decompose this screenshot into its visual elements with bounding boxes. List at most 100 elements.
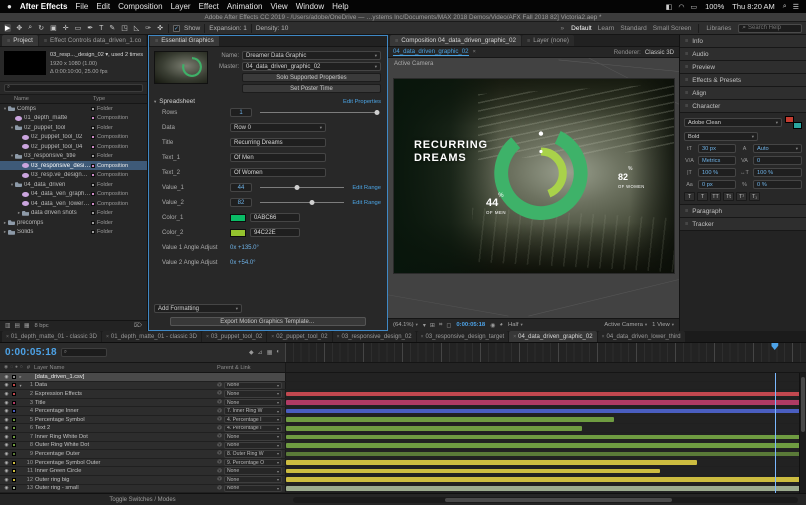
column-layer-name[interactable]: Layer Name xyxy=(34,365,213,371)
twirl-icon[interactable]: ▾ xyxy=(9,153,15,159)
stroke-color-swatch[interactable] xyxy=(793,122,802,129)
horizontal-scale-field[interactable]: 100 % xyxy=(753,168,802,177)
timeline-lane[interactable] xyxy=(285,433,806,441)
layer-duration-bar[interactable] xyxy=(286,477,806,482)
project-item[interactable]: 04_data_ven_lower_thirdsComposition xyxy=(0,199,147,209)
label-color-chip[interactable] xyxy=(91,230,95,234)
label-color-chip[interactable] xyxy=(12,469,16,473)
eg-field-value[interactable]: 94C22E xyxy=(250,228,300,237)
close-icon[interactable]: × xyxy=(6,334,9,340)
layer-name[interactable]: Text 2 xyxy=(35,425,215,431)
timeline-lane[interactable] xyxy=(285,407,806,415)
help-search-input[interactable] xyxy=(748,25,798,31)
layer-name[interactable]: Inner Green Circle xyxy=(35,468,215,474)
menubar-clock[interactable]: Thu 8:20 AM xyxy=(732,2,775,11)
eye-icon[interactable]: ◉ xyxy=(3,382,10,388)
workspace-small-screen[interactable]: Small Screen xyxy=(650,25,695,32)
eg-field-value[interactable]: 0x +54.0° xyxy=(230,260,256,266)
shape-tool[interactable]: ▭ xyxy=(74,24,83,32)
brush-tool[interactable]: ✎ xyxy=(108,24,116,32)
layer-name[interactable]: Title xyxy=(35,400,215,406)
hand-tool[interactable]: ✥ xyxy=(15,24,23,32)
layer-name[interactable]: Percentage Symbol xyxy=(35,417,215,423)
project-item[interactable]: 02_puppet_tool_02Composition xyxy=(0,132,147,142)
parent-link-dropdown[interactable]: 9. Percentage O▾ xyxy=(224,459,282,467)
timeline-lane[interactable] xyxy=(285,476,806,484)
timeline-vertical-scrollbar[interactable] xyxy=(799,373,806,493)
label-color-chip[interactable] xyxy=(12,435,16,439)
pick-whip-icon[interactable]: @ xyxy=(217,486,222,491)
label-color-chip[interactable] xyxy=(91,164,95,168)
timeline-layer-row[interactable]: ◉7Inner Ring White Dot@None▾ xyxy=(0,433,806,442)
pick-whip-icon[interactable]: @ xyxy=(217,409,222,414)
timeline-lane[interactable] xyxy=(285,450,806,458)
pick-whip-icon[interactable]: @ xyxy=(217,469,222,474)
eg-field-slider[interactable] xyxy=(260,187,344,188)
expansion-option[interactable]: Expansion: 1 xyxy=(209,25,247,32)
eg-field-value[interactable]: 0x +135.0° xyxy=(230,245,259,251)
layer-duration-bar[interactable] xyxy=(286,460,697,465)
timeline-layer-row[interactable]: ◉12Outer ring big@None▾ xyxy=(0,476,806,485)
timeline-lane[interactable] xyxy=(285,459,806,467)
eg-field-value[interactable]: 1 xyxy=(230,108,252,117)
label-color-chip[interactable] xyxy=(12,426,16,430)
column-name[interactable]: Name xyxy=(0,96,93,102)
fill-stroke-swatches[interactable] xyxy=(785,116,802,129)
eg-field-value[interactable]: Recurring Dreams xyxy=(230,138,326,147)
label-color-chip[interactable] xyxy=(12,461,16,465)
workspace-standard[interactable]: Standard xyxy=(617,25,649,32)
add-formatting-dropdown[interactable]: Add Formatting ▾ xyxy=(154,304,242,313)
label-color-chip[interactable] xyxy=(91,173,95,177)
layer-duration-bar[interactable] xyxy=(286,417,614,422)
resolution-dropdown[interactable]: Half ▾ xyxy=(508,322,523,328)
layer-name[interactable]: Data xyxy=(35,382,215,388)
tab-project[interactable]: ≡ Project xyxy=(2,35,38,46)
project-item[interactable]: 02_puppet_tool_04Composition xyxy=(0,142,147,152)
pick-whip-icon[interactable]: @ xyxy=(217,400,222,405)
project-item[interactable]: ▾04_data_drivenFolder xyxy=(0,180,147,190)
label-color-chip[interactable] xyxy=(91,154,95,158)
layer-name[interactable]: Outer Ring White Dot xyxy=(35,442,215,448)
clone-stamp-tool[interactable]: ◳ xyxy=(120,24,129,32)
region-of-interest-icon[interactable]: ◻ xyxy=(446,322,451,329)
channels-icon[interactable]: ◕ xyxy=(499,322,503,329)
close-icon[interactable]: × xyxy=(206,334,209,340)
pen-tool[interactable]: ✒ xyxy=(86,24,94,32)
faux-style-button-4[interactable]: T¹ xyxy=(736,192,747,201)
parent-link-dropdown[interactable]: None▾ xyxy=(224,485,282,493)
timeline-layer-row[interactable]: ◉10Percentage Symbol Outer@9. Percentage… xyxy=(0,459,806,468)
project-bit-depth[interactable]: 8 bpc xyxy=(34,323,48,329)
panel-header-effects-presets[interactable]: ≡Effects & Presets xyxy=(680,74,806,87)
close-icon[interactable]: × xyxy=(513,334,516,340)
timeline-lane[interactable] xyxy=(285,416,806,424)
project-item[interactable]: ▾02_puppet_toolFolder xyxy=(0,123,147,133)
layer-name[interactable]: Inner Ring White Dot xyxy=(35,434,215,440)
solo-supported-properties-button[interactable]: Solo Supported Properties xyxy=(242,73,381,82)
panel-header-tracker[interactable]: ≡ Tracker xyxy=(680,218,806,231)
label-color-chip[interactable] xyxy=(91,107,95,111)
close-icon[interactable]: × xyxy=(271,334,274,340)
parent-link-dropdown[interactable]: 4. Percentage I▾ xyxy=(224,416,282,424)
display-icon[interactable]: ◧ xyxy=(666,3,673,11)
twirl-icon[interactable]: ▾ xyxy=(9,182,15,188)
timeline-tab[interactable]: ×03_puppet_tool_02 xyxy=(202,331,266,342)
timeline-lane[interactable] xyxy=(285,382,806,390)
camera-tool[interactable]: ▣ xyxy=(49,24,58,32)
panel-header-info[interactable]: ≡Info xyxy=(680,35,806,48)
panel-header-align[interactable]: ≡Align xyxy=(680,87,806,100)
eraser-tool[interactable]: ◺ xyxy=(133,24,140,32)
time-ruler[interactable] xyxy=(285,343,806,362)
project-item[interactable]: ▾CompsFolder xyxy=(0,104,147,114)
eye-icon[interactable]: ◉ xyxy=(3,400,10,406)
twirl-icon[interactable]: ▾ xyxy=(18,383,23,388)
spotlight-icon[interactable]: ⌕ xyxy=(783,3,787,11)
edit-range-link[interactable]: Edit Range xyxy=(352,185,381,191)
notification-center-icon[interactable]: ☰ xyxy=(793,3,799,11)
layer-name[interactable]: Outer ring - small xyxy=(35,485,215,491)
color-swatch[interactable] xyxy=(230,214,246,222)
panel-header-audio[interactable]: ≡Audio xyxy=(680,48,806,61)
eye-icon[interactable]: ◉ xyxy=(3,408,10,414)
slider-knob[interactable] xyxy=(295,185,300,190)
interpret-footage-icon[interactable]: ▥ xyxy=(5,323,10,329)
tab-essential-graphics[interactable]: ≡ Essential Graphics xyxy=(150,35,219,46)
